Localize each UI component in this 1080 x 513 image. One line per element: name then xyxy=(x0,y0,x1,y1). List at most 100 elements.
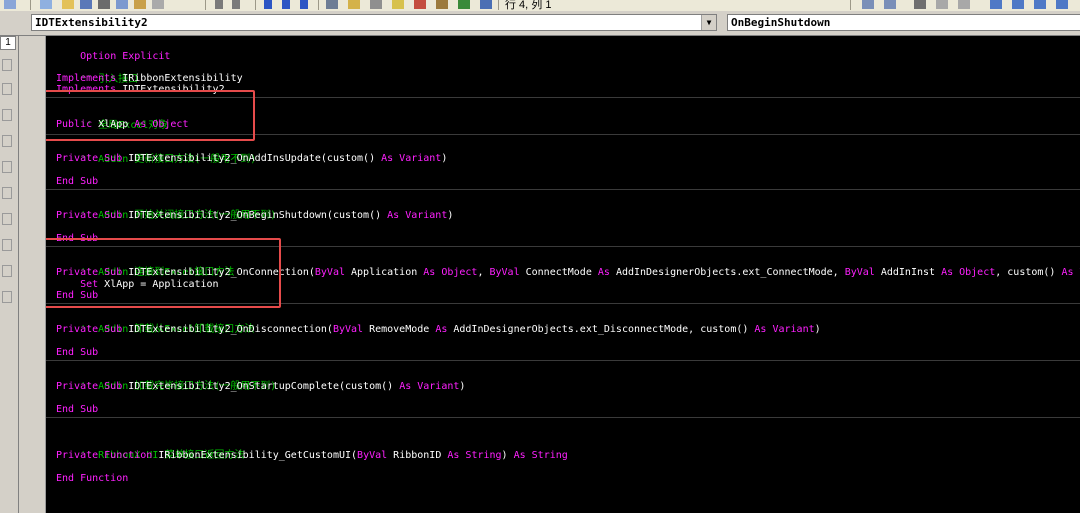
find-icon[interactable] xyxy=(152,0,164,9)
properties-icon[interactable] xyxy=(370,0,382,9)
code-line[interactable]: End Sub xyxy=(56,404,98,416)
keyword-text: Private Sub xyxy=(56,210,129,221)
run-icon[interactable] xyxy=(264,0,272,9)
identifier-text: AddInDesignerObjects.ext_ConnectMode, xyxy=(615,267,845,278)
comment-block-icon[interactable] xyxy=(936,0,948,9)
code-line[interactable]: Private Sub IDTExtensibility2_OnBeginShu… xyxy=(56,210,453,222)
keyword-text: Private Sub xyxy=(56,381,129,392)
next-bookmark-icon[interactable] xyxy=(1012,0,1024,9)
identifier-text: ) xyxy=(814,324,821,335)
procedure-separator xyxy=(46,189,1080,190)
identifier-text: IRibbonExtensibility xyxy=(122,73,243,84)
break-icon[interactable] xyxy=(282,0,290,9)
keyword-text: As Object xyxy=(423,267,478,278)
code-line[interactable]: Private Sub IDTExtensibility2_OnAddInsUp… xyxy=(56,153,447,165)
panel-item-icon[interactable] xyxy=(2,291,12,303)
highlight-box-global-object xyxy=(46,90,255,141)
keyword-text: ByVal xyxy=(314,267,352,278)
panel-item-icon[interactable] xyxy=(2,59,12,71)
indent-icon[interactable] xyxy=(862,0,874,9)
toolbar-separator xyxy=(30,0,31,10)
procedure-separator xyxy=(46,360,1080,361)
save-icon[interactable] xyxy=(80,0,92,9)
keyword-text: As xyxy=(435,324,454,335)
uncomment-block-icon[interactable] xyxy=(958,0,970,9)
code-line[interactable]: End Sub xyxy=(56,347,98,359)
code-window-header: IDTExtensibility2 ▼ OnBeginShutdown xyxy=(0,11,1080,36)
toolbox-icon[interactable] xyxy=(414,0,426,9)
identifier-text: IDTExtensibility2_OnDisconnection( xyxy=(128,324,333,335)
identifier-text: IDTExtensibility2_OnStartupComplete(cust… xyxy=(128,381,400,392)
keyword-text: As String xyxy=(447,450,502,461)
identifier-text: IRibbonExtensibility_GetCustomUI( xyxy=(158,450,358,461)
bookmark-icon[interactable] xyxy=(990,0,1002,9)
identifier-text: RemoveMode xyxy=(369,324,436,335)
keyword-text: As String xyxy=(513,450,568,461)
misc-icon[interactable] xyxy=(480,0,492,9)
toolbar-separator xyxy=(850,0,851,10)
project-explorer-panel: 1 xyxy=(0,11,19,513)
identifier-text: IDTExtensibility2_OnAddInsUpdate(custom(… xyxy=(128,153,382,164)
panel-item-icon[interactable] xyxy=(2,83,12,95)
identifier-text: ) xyxy=(501,450,514,461)
panel-item-icon[interactable] xyxy=(2,187,12,199)
keyword-text: ByVal xyxy=(332,324,370,335)
toggle-breakpoint-icon[interactable] xyxy=(914,0,926,9)
procedure-dropdown[interactable]: OnBeginShutdown xyxy=(727,14,1080,31)
keyword-text: End Sub xyxy=(56,347,99,358)
panel-counter: 1 xyxy=(0,36,16,50)
keyword-text: Implements xyxy=(56,73,123,84)
reset-icon[interactable] xyxy=(300,0,308,9)
clear-bookmarks-icon[interactable] xyxy=(1056,0,1068,9)
identifier-text: AddInInst xyxy=(880,267,942,278)
keyword-text: Option Explicit xyxy=(80,51,171,62)
project-explorer-icon[interactable] xyxy=(348,0,360,9)
code-editor[interactable]: Option Explicit '' 引入接口 Implements IRibb… xyxy=(46,36,1080,513)
procedure-dropdown-value: OnBeginShutdown xyxy=(731,16,831,29)
insert-icon[interactable] xyxy=(40,0,52,9)
margin-indicator-bar[interactable] xyxy=(19,36,46,513)
keyword-text: As Object xyxy=(941,267,996,278)
keyword-text: ByVal xyxy=(844,267,881,278)
code-line[interactable]: Private Sub IDTExtensibility2_OnStartupC… xyxy=(56,381,465,393)
cut-icon[interactable] xyxy=(98,0,110,9)
view-icon[interactable] xyxy=(4,0,16,9)
object-dropdown[interactable]: IDTExtensibility2 ▼ xyxy=(31,14,717,31)
panel-item-icon[interactable] xyxy=(2,109,12,121)
redo-icon[interactable] xyxy=(232,0,240,9)
tool-icon[interactable] xyxy=(436,0,448,9)
identifier-text: , xyxy=(477,267,490,278)
identifier-text: Application xyxy=(351,267,424,278)
keyword-text: As Variant xyxy=(399,381,460,392)
paste-icon[interactable] xyxy=(134,0,146,9)
panel-item-icon[interactable] xyxy=(2,135,12,147)
panel-item-icon[interactable] xyxy=(2,265,12,277)
code-line[interactable]: Private Sub IDTExtensibility2_OnDisconne… xyxy=(56,324,821,336)
keyword-text: End Sub xyxy=(56,176,99,187)
code-line[interactable]: End Sub xyxy=(56,176,98,188)
toolbar-separator xyxy=(205,0,206,10)
prev-bookmark-icon[interactable] xyxy=(1034,0,1046,9)
chevron-down-icon[interactable]: ▼ xyxy=(701,15,716,30)
outdent-icon[interactable] xyxy=(884,0,896,9)
open-icon[interactable] xyxy=(62,0,74,9)
keyword-text: As xyxy=(597,267,616,278)
object-browser-icon[interactable] xyxy=(392,0,404,9)
help-icon[interactable] xyxy=(458,0,470,9)
keyword-text: End Sub xyxy=(56,404,99,415)
toolbar-separator xyxy=(318,0,319,10)
undo-icon[interactable] xyxy=(215,0,223,9)
keyword-text: Private Function xyxy=(56,450,159,461)
identifier-text: AddInDesignerObjects.ext_DisconnectMode,… xyxy=(453,324,755,335)
copy-icon[interactable] xyxy=(116,0,128,9)
panel-item-icon[interactable] xyxy=(2,239,12,251)
keyword-text: Private Sub xyxy=(56,153,129,164)
procedure-separator xyxy=(46,417,1080,418)
code-line[interactable]: End Function xyxy=(56,473,128,485)
identifier-text: IDTExtensibility2_OnBeginShutdown(custom… xyxy=(128,210,388,221)
panel-item-icon[interactable] xyxy=(2,161,12,173)
design-mode-icon[interactable] xyxy=(326,0,338,9)
panel-item-icon[interactable] xyxy=(2,213,12,225)
code-line[interactable]: Private Function IRibbonExtensibility_Ge… xyxy=(56,450,568,462)
keyword-text: ByVal xyxy=(357,450,394,461)
